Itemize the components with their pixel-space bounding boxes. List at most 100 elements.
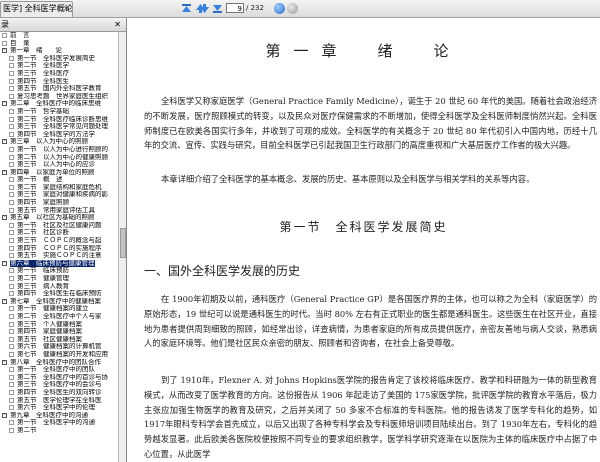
sidebar-scrollbar[interactable]	[118, 32, 126, 462]
next-page-icon[interactable]	[199, 3, 210, 14]
tab-close-icon[interactable]: ✕	[63, 2, 70, 16]
outline-section-item[interactable]: 第一节 哲学基础	[0, 108, 118, 116]
outline-item-label: 第二章 全科医疗中的临床思维	[10, 100, 101, 108]
outline-section-item[interactable]: 第五节 医学伦理学在全科医	[0, 397, 118, 405]
outline-chapter-item[interactable]: - 第八章 全科医疗中的团队合作	[0, 359, 118, 367]
outline-section-item[interactable]: 第二节 全科医疗中的首诊与协	[0, 374, 118, 382]
outline-section-item[interactable]: 第二节 家庭结构和家庭危机	[0, 184, 118, 192]
outline-section-item[interactable]: 第二节 以人为中心的健康照顾	[0, 154, 118, 162]
outline-chapter-item[interactable]: - 第五章 以社区为基础的照顾	[0, 214, 118, 222]
outline-section-item[interactable]: 第四节 全科医生在临床预防	[0, 290, 118, 298]
outline-section-item[interactable]: 第四节 家庭照顾	[0, 199, 118, 207]
outline-item-label: 第三节 家庭对健康和疾病的影	[17, 191, 108, 199]
outline-item-label: 第二节 全科医疗中的首诊与协	[17, 373, 108, 381]
outline-chapter-item[interactable]: - 第一章 绪 论	[0, 47, 118, 55]
outline-item-label: 第三章 以人为中心的照顾	[10, 138, 88, 146]
scrollbar-thumb[interactable]	[120, 228, 126, 258]
outline-item-label: 第三节 病人教育	[17, 282, 69, 290]
outline-item-label: 前 言	[10, 32, 30, 39]
bookmark-page-icon	[9, 306, 14, 312]
bookmark-page-icon	[9, 253, 14, 259]
bookmark-page-icon	[9, 344, 14, 350]
outline-section-item[interactable]: 第一节 全科医学发展简史	[0, 55, 118, 63]
outline-item-label: 第二节 以人为中心的健康照顾	[17, 153, 108, 161]
outline-section-item[interactable]: 第二节 全科医疗中个人与家	[0, 313, 118, 321]
outline-section-item[interactable]: 第三节 全科医疗中的会诊与	[0, 381, 118, 389]
outline-section-item[interactable]: 第三节 以人为中心的应诊	[0, 161, 118, 169]
last-page-icon[interactable]	[212, 3, 223, 14]
document-page: 第一章 绪 论 全科医学又称家庭医学（General Practice Fami…	[127, 18, 600, 462]
outline-section-item[interactable]: 第二节 全科医疗临床诊断思维	[0, 116, 118, 124]
outline-item-label: 第一节 全科医学中的沟通	[17, 419, 95, 427]
collapse-toggle-icon[interactable]: -	[2, 260, 7, 266]
outline-section-item[interactable]: 第二节 全科医学	[0, 62, 118, 70]
outline-section-item[interactable]: 第一节 全科医学中的沟通	[0, 419, 118, 427]
outline-item-label: 第六节 健康档案的计算机管	[17, 343, 102, 351]
outline-section-item[interactable]: 第三节 个人健康档案	[0, 321, 118, 329]
collapse-toggle-icon[interactable]: -	[2, 169, 7, 175]
outline-chapter-item[interactable]: - 第二章 全科医疗中的临床思维	[0, 100, 118, 108]
collapse-toggle-icon[interactable]: -	[2, 215, 7, 221]
outline-section-item[interactable]: 第三节 全科医疗	[0, 70, 118, 78]
sidebar-close-icon[interactable]: ✕	[114, 18, 121, 31]
outline-section-item[interactable]: 第一节 全科医疗中的团队	[0, 366, 118, 374]
bookmark-page-icon	[9, 184, 14, 190]
outline-chapter-item[interactable]: - 第九章 全科医疗中的沟通	[0, 412, 118, 420]
outline-section-item[interactable]: 复习思考题 世界家庭医生组织	[0, 93, 118, 101]
outline-chapter-item[interactable]: - 第四章 以家庭为单位的照顾	[0, 169, 118, 177]
outline-section-item[interactable]: 第一节 以人为中心进行照顾的	[0, 146, 118, 154]
outline-section-item[interactable]: 第四节 全科医生的双向转诊	[0, 389, 118, 397]
collapse-toggle-icon[interactable]: -	[2, 48, 7, 54]
outline-section-item[interactable]: 第三节 病人教育	[0, 283, 118, 291]
stop-icon[interactable]	[287, 3, 298, 14]
outline-section-item[interactable]: 第三节 家庭对健康和疾病的影	[0, 191, 118, 199]
outline-chapter-item[interactable]: - 第六章 临床预防与健康管理	[0, 259, 118, 268]
outline-section-item[interactable]: 第三节 ＣＯＰＣ的概念与起	[0, 237, 118, 245]
outline-item-label: 第六章 临床预防与健康管理	[10, 259, 95, 268]
bookmark-page-icon	[9, 93, 14, 99]
outline-section-item[interactable]: 第五节 常用家庭评估工具	[0, 207, 118, 215]
outline-item-label: 第一节 健康档案的建立	[17, 305, 89, 313]
bookmark-page-icon	[9, 108, 14, 114]
outline-section-item[interactable]: 第一节 概 述	[0, 176, 118, 184]
page-number-input[interactable]: 9	[226, 3, 244, 13]
outline-item-label: 第四节 全科医生的双向转诊	[17, 388, 102, 396]
outline-section-item[interactable]: 第二节	[0, 427, 118, 435]
outline-section-item[interactable]: 第四节 全科医生	[0, 78, 118, 86]
outline-section-item[interactable]: 第二节 社区诊断	[0, 229, 118, 237]
collapse-toggle-icon[interactable]: -	[2, 412, 7, 418]
outline-section-item[interactable]: 第四节 家庭健康档案	[0, 328, 118, 336]
outline-section-item[interactable]: 第一节 社区及社区健康问题	[0, 222, 118, 230]
bookmark-page-icon	[9, 268, 14, 274]
outline-chapter-item[interactable]: - 第三章 以人为中心的照顾	[0, 138, 118, 146]
outline-item-label: 第四章 以家庭为单位的照顾	[10, 168, 95, 176]
go-icon[interactable]	[274, 3, 285, 14]
outline-section-item[interactable]: 第七节 健康档案的开发和应用	[0, 351, 118, 359]
outline-section-item[interactable]: 第六节 全科医学中的伦理	[0, 404, 118, 412]
outline-section-item[interactable]: 第四节 全科医学的方法学	[0, 131, 118, 139]
outline-chapter-item[interactable]: 前 言	[0, 32, 118, 40]
outline-item-label: 第一节 以人为中心进行照顾的	[17, 145, 108, 153]
collapse-toggle-icon[interactable]: -	[2, 139, 7, 145]
outline-item-label: 第九章 全科医疗中的沟通	[10, 411, 88, 419]
outline-section-item[interactable]: 第二节 健康管理	[0, 275, 118, 283]
outline-section-item[interactable]: 第五节 国内外全科医学教育	[0, 85, 118, 93]
outline-section-item[interactable]: 第一节 临床预防	[0, 267, 118, 275]
bookmark-page-icon	[9, 162, 14, 168]
outline-section-item[interactable]: 第六节 健康档案的计算机管	[0, 343, 118, 351]
section-title: 第一节 全科医学发展简史	[279, 220, 448, 234]
outline-section-item[interactable]: 第五节 社区健康档案	[0, 336, 118, 344]
document-tab[interactable]: 医学] 全科医学概论文字版 ✕	[0, 1, 73, 17]
outline-section-item[interactable]: 第一节 健康档案的建立	[0, 305, 118, 313]
outline-chapter-item[interactable]: 目 录	[0, 40, 118, 48]
outline-chapter-item[interactable]: - 第七章 全科医疗中的健康档案	[0, 298, 118, 306]
first-page-icon[interactable]	[181, 3, 192, 14]
bookmark-page-icon	[9, 313, 14, 319]
collapse-toggle-icon[interactable]: -	[2, 359, 7, 365]
outline-section-item[interactable]: 第五节 实施ＣＯＰＣ的注意	[0, 252, 118, 260]
outline-section-item[interactable]: 第三节 全科医学常见问题处理	[0, 123, 118, 131]
outline-section-item[interactable]: 第四节 ＣＯＰＣ的实施程序	[0, 245, 118, 253]
outline-item-label: 第八章 全科医疗中的团队合作	[10, 358, 101, 366]
collapse-toggle-icon[interactable]: -	[2, 298, 7, 304]
collapse-toggle-icon[interactable]: -	[2, 101, 7, 107]
